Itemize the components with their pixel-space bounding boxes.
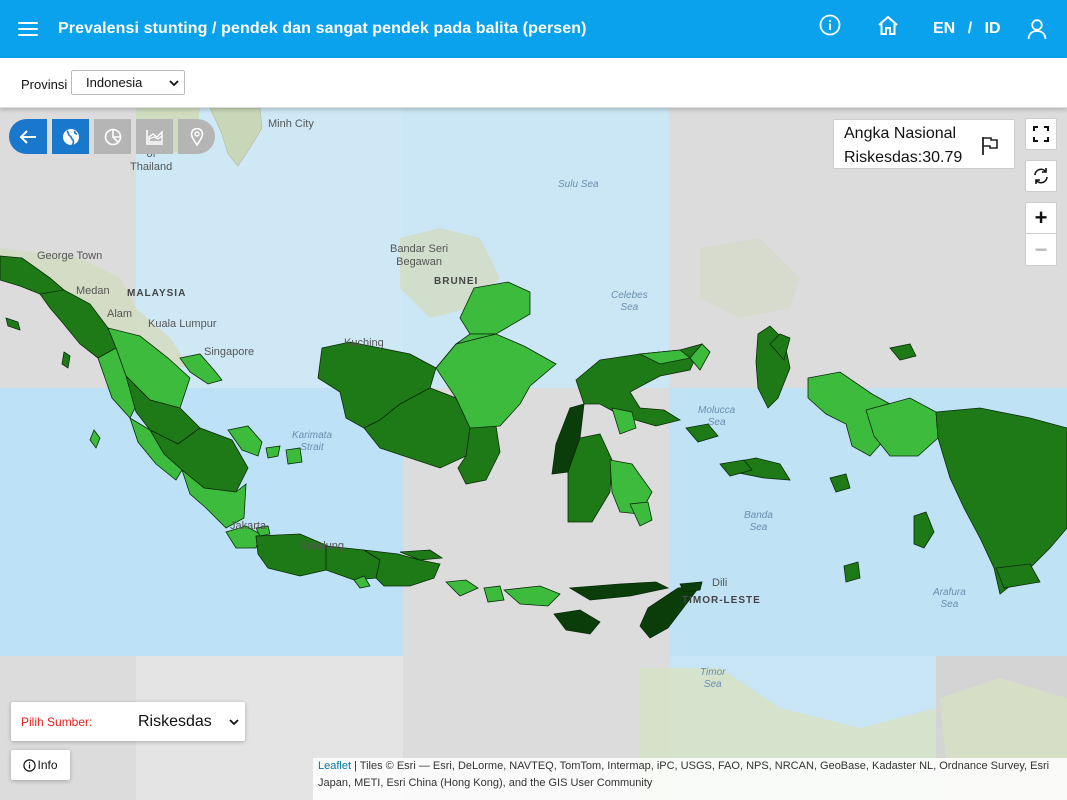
info-button[interactable]: Info xyxy=(11,750,70,780)
place-label: Minh City xyxy=(268,118,314,130)
province-kaltara xyxy=(459,281,531,335)
language-switch: EN / ID xyxy=(933,20,1001,38)
island-nias xyxy=(61,351,71,369)
filter-toolbar: Provinsi Indonesia xyxy=(0,58,1067,108)
zoom-out-button[interactable]: − xyxy=(1026,234,1056,265)
back-button[interactable] xyxy=(9,119,47,154)
page-title: Prevalensi stunting / pendek dan sangat … xyxy=(58,20,587,37)
province-ntt-sumba xyxy=(553,609,601,635)
map-area[interactable]: Minh City of Thailand Sulu Sea George To… xyxy=(0,108,1067,800)
place-label: Medan xyxy=(76,285,110,297)
area-chart-button[interactable] xyxy=(136,119,173,154)
province-bali xyxy=(445,579,479,597)
map-attribution: Leaflet | Tiles © Esri — Esri, DeLorme, … xyxy=(313,758,1067,800)
source-selector: Pilih Sumber: Riskesdas xyxy=(11,702,245,741)
province-ntb-lombok xyxy=(483,585,505,603)
sea-label: Molucca Sea xyxy=(698,405,736,428)
zoom-control: + − xyxy=(1025,202,1057,266)
country-label: TIMOR-LESTE xyxy=(682,595,761,606)
island-mentawai xyxy=(89,429,101,449)
chevron-down-icon xyxy=(229,719,239,726)
flag-icon[interactable] xyxy=(980,136,1000,156)
back-arrow-icon xyxy=(19,129,36,144)
pie-chart-icon xyxy=(104,128,121,145)
source-select-value: Riskesdas xyxy=(138,713,212,730)
info-icon[interactable] xyxy=(819,14,841,41)
indonesia-choropleth[interactable] xyxy=(0,108,1067,800)
province-sumatera-utara xyxy=(39,289,117,359)
place-label: George Town xyxy=(37,250,103,262)
place-label: Kuala Lumpur xyxy=(148,318,217,330)
provinsi-select[interactable]: Indonesia xyxy=(71,70,185,95)
info-button-label: Info xyxy=(37,758,58,772)
sea-label: Sulu Sea xyxy=(558,179,599,190)
sea-label: Timor Sea xyxy=(700,667,726,690)
fullscreen-icon xyxy=(1033,126,1049,142)
lang-id-link[interactable]: ID xyxy=(985,20,1001,37)
island-simeulue xyxy=(5,317,21,331)
map-view-button[interactable] xyxy=(52,119,89,154)
country-label: MALAYSIA xyxy=(127,288,187,299)
zoom-in-button[interactable]: + xyxy=(1026,203,1056,234)
map-pin-icon xyxy=(190,127,203,146)
info-icon xyxy=(23,758,37,772)
sea-label: Arafura Sea xyxy=(933,587,966,610)
province-papua xyxy=(935,407,1067,595)
national-value: Riskesdas:30.79 xyxy=(844,149,963,166)
national-value-box: Angka Nasional Riskesdas:30.79 xyxy=(833,119,1015,169)
leaflet-link[interactable]: Leaflet xyxy=(318,760,351,772)
globe-icon xyxy=(62,128,79,146)
app-bar: Prevalensi stunting / pendek dan sangat … xyxy=(0,0,1067,58)
provinsi-select-value: Indonesia xyxy=(86,75,143,90)
lang-separator: / xyxy=(967,20,973,37)
refresh-button[interactable] xyxy=(1025,160,1057,192)
national-title: Angka Nasional xyxy=(844,125,957,142)
home-icon[interactable] xyxy=(876,14,900,43)
refresh-icon xyxy=(1034,168,1048,184)
place-label: Singapore xyxy=(204,346,255,358)
place-label: Bandung xyxy=(300,540,345,552)
sea-label: Banda Sea xyxy=(744,510,773,533)
place-label: Jakarta xyxy=(230,520,267,532)
place-label: Alam xyxy=(107,308,133,320)
place-label: Bandar Seri Begawan xyxy=(390,243,449,268)
sea-label: Celebes Sea xyxy=(611,290,648,313)
area-chart-icon xyxy=(145,129,163,145)
user-icon[interactable] xyxy=(1026,18,1048,45)
source-label: Pilih Sumber: xyxy=(21,715,93,729)
fullscreen-button[interactable] xyxy=(1025,118,1057,150)
country-label: BRUNEI xyxy=(434,276,479,287)
attribution-text: | Tiles © Esri — Esri, DeLorme, NAVTEQ, … xyxy=(318,760,1050,789)
provinsi-label: Provinsi xyxy=(21,77,68,92)
chevron-down-icon xyxy=(169,80,179,87)
menu-icon[interactable] xyxy=(18,19,40,39)
province-ntb-sumbawa xyxy=(503,585,561,607)
lang-en-link[interactable]: EN xyxy=(933,20,955,37)
province-ntt-flores xyxy=(568,581,670,601)
pie-chart-button[interactable] xyxy=(94,119,131,154)
sea-label: Karimata Strait xyxy=(292,430,333,453)
location-button[interactable] xyxy=(178,119,215,154)
view-mode-controls xyxy=(9,119,220,154)
source-select[interactable]: Riskesdas xyxy=(129,709,244,735)
place-label: Dili xyxy=(712,577,728,589)
province-ntt-timor xyxy=(639,585,701,639)
place-label: Kuching xyxy=(344,337,384,349)
